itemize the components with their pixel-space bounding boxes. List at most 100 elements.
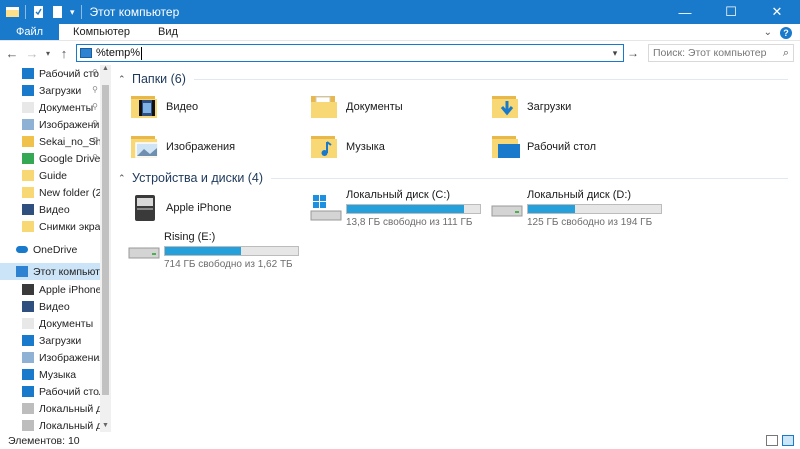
music-folder-icon xyxy=(311,136,337,158)
desktop-icon xyxy=(22,386,34,397)
pictures-icon xyxy=(22,352,34,363)
sidebar-item[interactable]: Guide xyxy=(0,167,100,184)
sidebar-item[interactable]: Изображения xyxy=(0,349,100,366)
sidebar-item[interactable]: Google Drive ⚲ xyxy=(0,150,100,167)
help-icon[interactable]: ? xyxy=(780,26,792,39)
sidebar-item[interactable]: Рабочий сто. ⚲ xyxy=(0,65,100,82)
folder-pictures[interactable]: Изображения xyxy=(130,129,235,165)
item-count: Элементов: 10 xyxy=(8,434,80,447)
sidebar-item-label: Документы xyxy=(39,101,94,114)
sidebar-item[interactable]: Изображени ⚲ xyxy=(0,116,100,133)
back-icon[interactable]: ← xyxy=(2,46,22,61)
sidebar-item[interactable]: Снимки экрана xyxy=(0,218,100,235)
collapse-chevron-icon[interactable]: ⌃ xyxy=(118,74,128,85)
explorer-icon[interactable] xyxy=(6,6,19,18)
device-apple-iphone[interactable]: Apple iPhone xyxy=(130,189,290,229)
folder-downloads[interactable]: Загрузки xyxy=(491,89,571,125)
folder-label: Документы xyxy=(346,101,403,113)
drive-usage-fill xyxy=(165,247,241,255)
drive-usage-fill xyxy=(347,205,464,213)
up-icon[interactable]: ↑ xyxy=(54,46,74,61)
scroll-up-icon[interactable]: ▲ xyxy=(100,65,111,75)
customize-toolbar-icon[interactable]: ▾ xyxy=(70,7,75,18)
drive-usage-fill xyxy=(528,205,576,213)
close-button[interactable]: ✕ xyxy=(754,0,800,24)
sidebar-item-label: Локальный дис xyxy=(39,419,100,432)
sidebar-item[interactable]: Sekai_no_Shu⚲ xyxy=(0,133,100,150)
sidebar-item-label: Снимки экрана xyxy=(39,220,100,233)
expand-ribbon-icon[interactable]: ⌄ xyxy=(764,27,772,38)
phone-icon xyxy=(22,284,34,295)
tiles-view-icon[interactable] xyxy=(782,435,794,446)
drive-d[interactable]: Локальный диск (D:) 125 ГБ свободно из 1… xyxy=(491,189,662,229)
drive-icon xyxy=(22,403,34,414)
sidebar-item-label: Локальный дис xyxy=(39,402,100,415)
tab-view[interactable]: Вид xyxy=(144,24,192,40)
sidebar-item[interactable]: Локальный дис xyxy=(0,400,100,417)
folder-label: Рабочий стол xyxy=(527,141,597,153)
drive-usage-bar xyxy=(346,204,481,214)
properties-icon[interactable] xyxy=(32,6,45,18)
collapse-chevron-icon[interactable]: ⌃ xyxy=(118,173,128,184)
go-button[interactable]: → xyxy=(626,44,640,62)
device-label: Apple iPhone xyxy=(166,202,232,214)
drive-e[interactable]: Rising (E:) 714 ГБ свободно из 1,62 ТБ xyxy=(128,231,299,271)
scrollbar-thumb[interactable] xyxy=(102,85,109,395)
new-folder-icon[interactable] xyxy=(51,6,64,18)
quick-access-toolbar: ▾ xyxy=(0,0,82,24)
drive-free-space: 714 ГБ свободно из 1,62 ТБ xyxy=(164,259,293,270)
pin-icon: ⚲ xyxy=(92,119,98,128)
pin-icon: ⚲ xyxy=(92,85,98,94)
sidebar-item[interactable]: Этот компьютер xyxy=(0,263,100,280)
address-dropdown-icon[interactable]: ▾ xyxy=(607,45,623,61)
music-icon xyxy=(22,369,34,380)
sidebar-item-label: Apple iPhone xyxy=(39,283,100,296)
sidebar-item[interactable]: Рабочий стол xyxy=(0,383,100,400)
sidebar-item[interactable]: OneDrive xyxy=(0,241,100,258)
address-input[interactable]: %temp% xyxy=(96,47,140,59)
folder-documents[interactable]: Документы xyxy=(310,89,403,125)
sidebar-item-label: Рабочий стол xyxy=(39,385,100,398)
folders-group-header[interactable]: ⌃ Папки (6) xyxy=(114,70,794,88)
search-box[interactable]: Поиск: Этот компьютер ⌕ xyxy=(648,44,794,62)
title-bar: ▾ Этот компьютер — ☐ ✕ xyxy=(0,0,800,24)
sidebar-item[interactable]: Видео xyxy=(0,201,100,218)
downloads-folder-icon xyxy=(492,96,518,118)
drive-free-space: 13,8 ГБ свободно из 111 ГБ xyxy=(346,217,473,228)
folder-music[interactable]: Музыка xyxy=(310,129,385,165)
details-view-icon[interactable] xyxy=(766,435,778,446)
drive-c[interactable]: Локальный диск (C:) 13,8 ГБ свободно из … xyxy=(310,189,481,229)
tab-file[interactable]: Файл xyxy=(0,24,60,40)
devices-group-title: Устройства и диски (4) xyxy=(132,171,264,185)
tab-computer[interactable]: Компьютер xyxy=(59,24,144,40)
sidebar-item-label: Рабочий сто. xyxy=(39,67,100,80)
forward-icon[interactable]: → xyxy=(22,46,42,61)
drive-usage-bar xyxy=(527,204,662,214)
divider xyxy=(193,78,788,80)
drive-icon xyxy=(128,247,160,259)
sidebar-item[interactable]: Apple iPhone xyxy=(0,281,100,298)
sidebar-item[interactable]: Документы xyxy=(0,315,100,332)
sidebar-item[interactable]: Загрузки ⚲ xyxy=(0,82,100,99)
folder-desktop[interactable]: Рабочий стол xyxy=(491,129,596,165)
folder-icon xyxy=(22,187,34,198)
documents-folder-icon xyxy=(311,96,337,118)
folder-videos[interactable]: Видео xyxy=(130,89,198,125)
sidebar-item[interactable]: New folder (2) xyxy=(0,184,100,201)
address-bar[interactable]: %temp% ▾ xyxy=(76,44,624,62)
recent-locations-icon[interactable]: ▾ xyxy=(42,49,54,58)
navigation-scrollbar[interactable]: ▲ ▼ xyxy=(100,65,111,432)
onedrive-icon xyxy=(16,246,28,253)
sidebar-item[interactable]: Музыка xyxy=(0,366,100,383)
sidebar-item[interactable]: Документы ⚲ xyxy=(0,99,100,116)
sidebar-item-label: Видео xyxy=(39,203,70,216)
scroll-down-icon[interactable]: ▼ xyxy=(100,422,111,432)
sidebar-item[interactable]: Загрузки xyxy=(0,332,100,349)
text-cursor xyxy=(141,46,143,60)
drive-label: Локальный диск (C:) xyxy=(346,189,451,201)
devices-group-header[interactable]: ⌃ Устройства и диски (4) xyxy=(114,169,794,187)
sidebar-item-label: Изображения xyxy=(39,351,100,364)
sidebar-item[interactable]: Видео xyxy=(0,298,100,315)
maximize-button[interactable]: ☐ xyxy=(708,0,754,24)
minimize-button[interactable]: — xyxy=(662,0,708,24)
